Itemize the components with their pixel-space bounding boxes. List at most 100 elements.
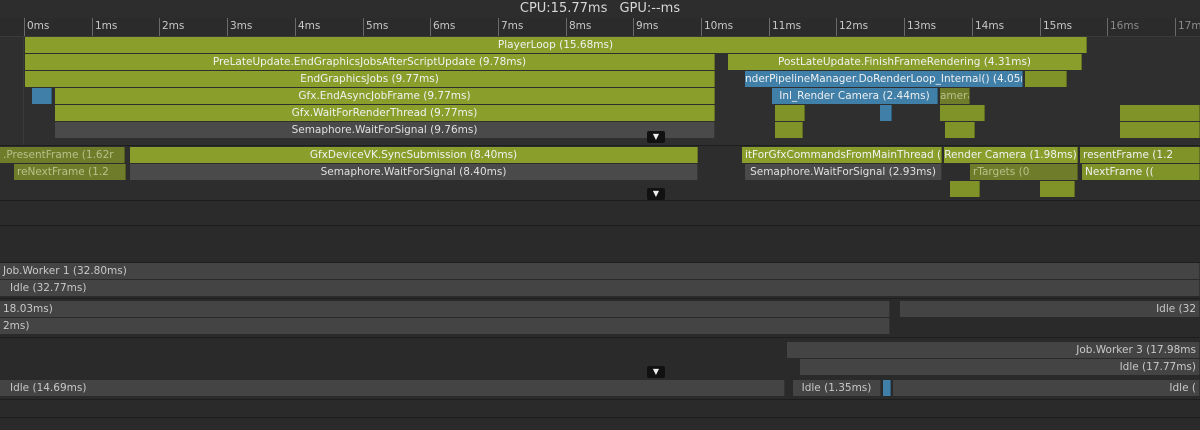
ruler-tick [633, 18, 634, 36]
ruler-label: 7ms [501, 20, 524, 32]
sample-end-graphics-jobs[interactable]: EndGraphicsJobs (9.77ms) [25, 71, 715, 87]
ruler-tick [1107, 18, 1108, 36]
sample-worker-2-idle-right[interactable]: Idle (32 [900, 301, 1200, 317]
sample-worker-2-idle-left[interactable]: 2ms) [0, 318, 890, 334]
sample-label: Gfx.EndAsyncJobFrame (9.77ms) [298, 90, 471, 102]
ruler-label: 10ms [704, 20, 734, 32]
sample-small[interactable] [775, 105, 805, 121]
gpu-time: GPU:--ms [619, 1, 681, 16]
sample-small[interactable] [945, 122, 975, 138]
sample-camera-fragment[interactable]: amera [940, 88, 970, 104]
sample-label: reNextFrame (1.2 [17, 166, 109, 178]
collapse-render-thread-icon[interactable]: ▼ [647, 188, 665, 200]
sample-pre-late-update[interactable]: PreLateUpdate.EndGraphicsJobsAfterScript… [25, 54, 715, 70]
sample-wait-for-gfx-commands[interactable]: itForGfxCommandsFromMainThread (2 [742, 147, 942, 163]
ruler-label: 6ms [433, 20, 456, 32]
sample-semaphore-wait-rt1[interactable]: Semaphore.WaitForSignal (8.40ms) [130, 164, 698, 180]
sample-job-worker-3[interactable]: Job.Worker 3 (17.98ms [787, 342, 1200, 358]
time-ruler[interactable]: 0ms 1ms 2ms 3ms 4ms 5ms 6ms 7ms 8ms 9ms 10ms 11ms 12… [0, 18, 1200, 37]
ruler-label: 13ms [907, 20, 937, 32]
sample-label: nderPipelineManager.DoRenderLoop_Interna… [745, 73, 1023, 85]
sample-label: Idle (1.35ms) [801, 382, 872, 394]
sample-worker-3-idle-right[interactable]: Idle ( [893, 380, 1200, 396]
sample-worker-1-idle[interactable]: Idle (32.77ms) [0, 280, 1200, 296]
collapse-main-thread-icon[interactable]: ▼ [647, 131, 665, 143]
sample-small-blue[interactable] [880, 105, 892, 121]
sample-label: Gfx.WaitForRenderThread (9.77ms) [291, 107, 478, 119]
empty-track [0, 201, 1200, 225]
track-divider [0, 337, 1200, 338]
ruler-tick [24, 18, 25, 36]
ruler-label: 9ms [636, 20, 659, 32]
caret-glyph: ▼ [652, 367, 660, 376]
sample-render-camera[interactable]: Render Camera (1.98ms) [944, 147, 1078, 163]
ruler-label: 12ms [839, 20, 869, 32]
sample-small-blue[interactable] [32, 88, 52, 104]
sample-worker-3-idle-mid[interactable]: Idle (1.35ms) [793, 380, 881, 396]
sample-label: 18.03ms) [3, 303, 53, 315]
sample-worker-3-idle-left[interactable]: Idle (14.69ms) [0, 380, 785, 396]
ruler-label: 3ms [230, 20, 253, 32]
ruler-label: 8ms [569, 20, 592, 32]
ruler-tick [227, 18, 228, 36]
sample-post-late-update[interactable]: PostLateUpdate.FinishFrameRendering (4.3… [728, 54, 1082, 70]
sample-small[interactable] [775, 122, 803, 138]
ruler-tick [430, 18, 431, 36]
sample-gfx-sync-submission[interactable]: GfxDeviceVK.SyncSubmission (8.40ms) [130, 147, 698, 163]
sample-label: Render Camera (1.98ms) [944, 149, 1077, 161]
ruler-label: 1ms [95, 20, 118, 32]
sample-label: resentFrame (1.2 [1083, 149, 1174, 161]
sample-label: Idle (14.69ms) [10, 382, 87, 394]
sample-small[interactable] [1025, 71, 1067, 87]
ruler-label: 16ms [1110, 20, 1140, 32]
timeline-tracks[interactable]: PlayerLoop (15.68ms) PreLateUpdate.EndGr… [0, 37, 1200, 430]
sample-render-pipeline[interactable]: nderPipelineManager.DoRenderLoop_Interna… [745, 71, 1023, 87]
sample-inl-render-camera[interactable]: Inl_Render Camera (2.44ms) [772, 88, 938, 104]
sample-render-targets[interactable]: rTargets (0 [970, 164, 1078, 180]
cpu-time: CPU:15.77ms [519, 1, 608, 16]
sample-next-frame-block[interactable] [1120, 105, 1200, 121]
sample-small-blue[interactable] [883, 380, 891, 396]
sample-player-loop[interactable]: PlayerLoop (15.68ms) [25, 37, 1087, 53]
sample-small[interactable] [950, 181, 980, 197]
collapse-worker-3-icon[interactable]: ▼ [647, 366, 665, 378]
frame-start-marker [23, 37, 24, 145]
sample-semaphore-wait-main[interactable]: Semaphore.WaitForSignal (9.76ms) [55, 122, 715, 138]
ruler-label: 11ms [772, 20, 802, 32]
sample-job-worker-2[interactable]: 18.03ms) [0, 301, 890, 317]
sample-next-frame-block[interactable] [1120, 122, 1200, 138]
empty-track [0, 226, 1200, 262]
ruler-tick [566, 18, 567, 36]
sample-small[interactable] [940, 105, 985, 121]
sample-label: PlayerLoop (15.68ms) [497, 39, 614, 51]
ruler-tick [701, 18, 702, 36]
sample-label: Semaphore.WaitForSignal (2.93ms) [750, 166, 936, 178]
ruler-tick [363, 18, 364, 36]
sample-end-async-job-frame[interactable]: Gfx.EndAsyncJobFrame (9.77ms) [55, 88, 715, 104]
sample-label: Inl_Render Camera (2.44ms) [779, 90, 930, 102]
sample-label: Idle (32 [1156, 303, 1196, 315]
sample-label: 2ms) [3, 320, 30, 332]
ruler-tick [498, 18, 499, 36]
sample-semaphore-wait-rt2[interactable]: Semaphore.WaitForSignal (2.93ms) [745, 164, 942, 180]
sample-small[interactable] [1040, 181, 1075, 197]
sample-next-frame-right[interactable]: NextFrame (( [1082, 164, 1200, 180]
ruler-label: 14ms [975, 20, 1005, 32]
sample-present-frame[interactable]: .PresentFrame (1.62r [0, 147, 125, 163]
sample-label: rTargets (0 [973, 166, 1030, 178]
ruler-tick [836, 18, 837, 36]
sample-present-frame-right[interactable]: resentFrame (1.2 [1080, 147, 1200, 163]
ruler-label: 5ms [366, 20, 389, 32]
sample-next-frame[interactable]: reNextFrame (1.2 [14, 164, 126, 180]
ruler-tick [159, 18, 160, 36]
sample-label: Idle ( [1169, 382, 1196, 394]
track-divider [0, 417, 1200, 418]
empty-track [0, 400, 1200, 430]
ruler-label: 2ms [162, 20, 185, 32]
sample-worker-3-idle-top[interactable]: Idle (17.77ms) [800, 359, 1200, 375]
sample-label: .PresentFrame (1.62r [3, 149, 114, 161]
sample-job-worker-1[interactable]: Job.Worker 1 (32.80ms) [0, 263, 1200, 279]
sample-wait-for-render-thread[interactable]: Gfx.WaitForRenderThread (9.77ms) [55, 105, 715, 121]
sample-label: itForGfxCommandsFromMainThread (2 [745, 149, 942, 161]
ruler-label: 0ms [27, 20, 50, 32]
